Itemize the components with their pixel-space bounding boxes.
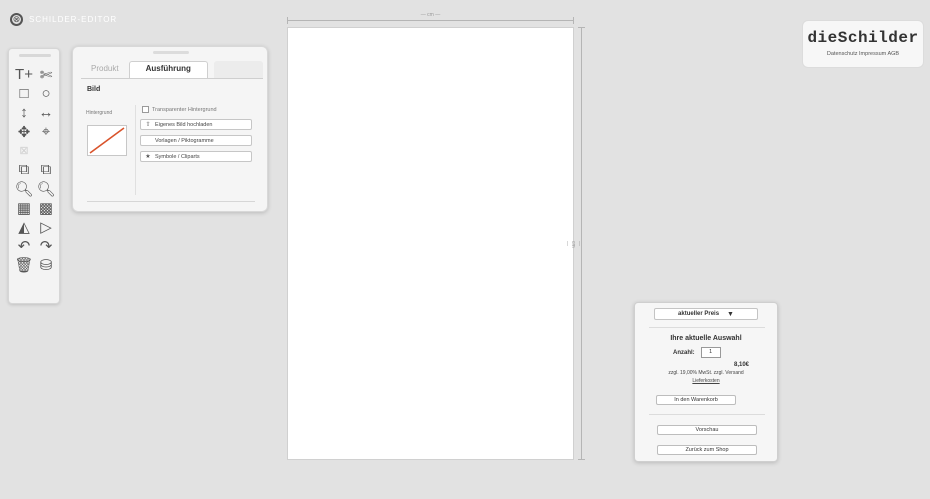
bring-forward-icon[interactable]: ⧉ [13,160,35,179]
center-icon[interactable]: ⌖ [35,122,57,141]
grid-icon[interactable]: ▦ [13,198,35,217]
back-to-shop-button[interactable]: Zurück zum Shop [657,445,757,455]
add-to-cart-button[interactable]: In den Warenkorb [656,395,736,405]
star-icon: ★ [145,154,151,160]
undo-icon[interactable]: ↶ [13,236,35,255]
save-icon[interactable]: ⛁ [35,255,57,274]
preview-button[interactable]: Vorschau [657,425,757,435]
text-tool-icon[interactable]: T+ [13,65,35,84]
ellipse-tool-icon[interactable]: ○ [35,84,57,103]
palette-drag-handle[interactable] [19,54,51,57]
quantity-input[interactable]: 1 [700,347,721,358]
templates-label: Vorlagen / Piktogramme [155,137,214,144]
transparent-background-option[interactable]: Transparenter Hintergrund [142,106,217,113]
tool-grid: T+ ✄ □ ○ ↕ ↔ ✥ ⌖ ⊠ ⧉ ⧉ 🔍︎ 🔍︎ ▦ ▩ ◭ ▷ ↶ ↷ 🗑︎ ⛁ [13,65,57,274]
options-panel: Produkt Ausführung Bild Hintergrund Tran… [72,46,268,212]
move-icon[interactable]: ✥ [13,122,35,141]
height-label: — cm — [564,241,582,248]
brand-box: dieSchilder Datenschutz Impressum AGB [802,20,924,68]
brand-logo[interactable]: dieSchilder [803,29,923,47]
price-divider [649,327,765,328]
transparent-label: Transparenter Hintergrund [152,106,217,113]
panel-drag-handle[interactable] [153,51,189,54]
scissors-icon[interactable]: ✄ [35,65,57,84]
panel-divider [87,201,255,202]
horizontal-line-icon[interactable]: ↔ [35,103,57,122]
quantity-row: Anzahl: 1 [673,347,721,358]
upload-image-button[interactable]: ⇧ Eigenes Bild hochladen [140,119,252,130]
disabled-tool-icon[interactable]: ⊠ [13,141,35,160]
height-dimension: — cm — [564,27,587,460]
shipping-costs-link[interactable]: Lieferkosten [635,378,777,384]
delete-icon[interactable]: 🗑︎ [13,255,35,274]
redo-icon[interactable]: ↷ [35,236,57,255]
design-canvas[interactable] [287,27,574,460]
flip-horizontal-icon[interactable]: ◭ [13,217,35,236]
price-widget: aktueller Preis ▼ Ihre aktuelle Auswahl … [634,302,778,462]
width-dimension: — cm — [287,12,574,24]
flip-vertical-icon[interactable]: ▷ [35,217,57,236]
zoom-in-icon[interactable]: 🔍︎ [35,179,57,198]
column-divider [135,105,136,195]
zoom-out-icon[interactable]: 🔍︎ [13,179,35,198]
vertical-line-icon[interactable]: ↕ [13,103,35,122]
app-logo[interactable]: ⊗ SCHILDER-EDITOR [10,13,117,26]
price-select[interactable]: aktueller Preis ▼ [654,308,758,320]
templates-button[interactable]: Vorlagen / Piktogramme [140,135,252,146]
qr-code-icon[interactable]: ▩ [35,198,57,217]
tab-blank[interactable] [213,61,263,78]
cliparts-label: Symbole / Cliparts [155,153,200,160]
app-name: SCHILDER-EDITOR [29,15,118,24]
background-label: Hintergrund [86,110,113,116]
selection-title: Ihre aktuelle Auswahl [670,335,742,342]
options-tabs: Produkt Ausführung [81,61,263,79]
send-backward-icon[interactable]: ⧉ [35,160,57,179]
chevron-down-icon: ▼ [727,310,734,318]
width-label: — cm — [420,12,441,18]
section-title: Bild [87,86,101,93]
brand-links[interactable]: Datenschutz Impressum AGB [803,51,923,57]
price-select-label: aktueller Preis [678,311,720,317]
transparent-checkbox[interactable] [142,106,149,113]
upload-icon: ⇧ [145,122,151,128]
menu-circle-icon[interactable]: ⊗ [10,13,23,26]
quantity-label: Anzahl: [673,349,695,356]
vat-text: zzgl. 19,00% MwSt. zzgl. Versand [668,370,744,376]
upload-image-label: Eigenes Bild hochladen [155,121,213,128]
tool-palette: T+ ✄ □ ○ ↕ ↔ ✥ ⌖ ⊠ ⧉ ⧉ 🔍︎ 🔍︎ ▦ ▩ ◭ ▷ ↶ ↷ 🗑︎ ⛁ [8,48,60,304]
tab-ausfuehrung[interactable]: Ausführung [128,61,208,78]
tab-produkt[interactable]: Produkt [81,61,129,78]
cliparts-button[interactable]: ★ Symbole / Cliparts [140,151,252,162]
rectangle-tool-icon[interactable]: □ [13,84,35,103]
empty-slot [35,141,57,160]
price-divider-2 [649,414,765,415]
background-color-swatch[interactable] [87,125,127,156]
price-value: 8,10€ [733,362,749,368]
